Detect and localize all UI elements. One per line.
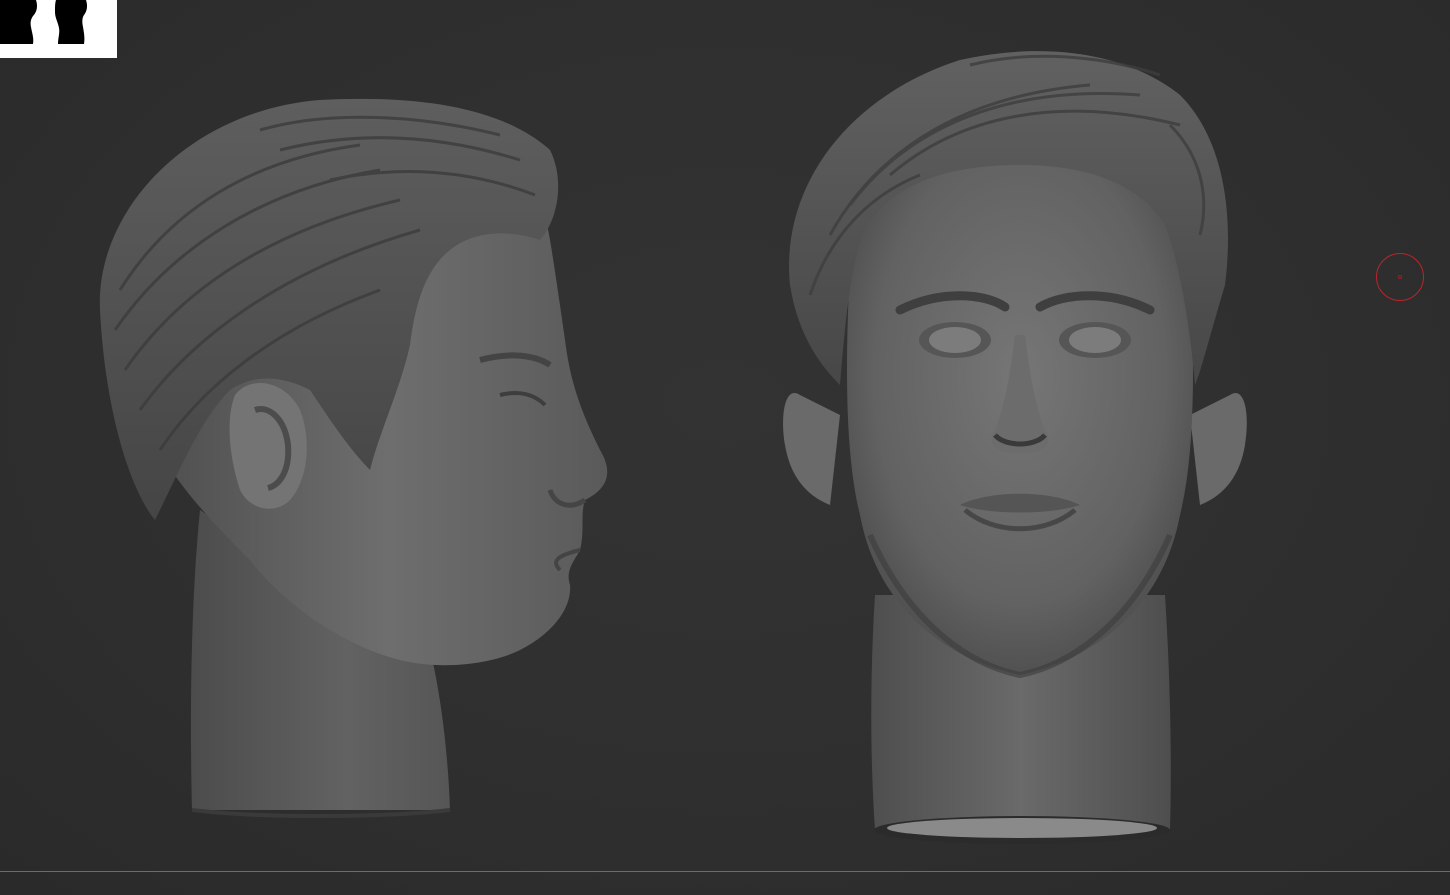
brush-cursor-ring-icon: [1376, 253, 1424, 301]
brush-cursor-center-dot: [1398, 275, 1402, 279]
head-silhouettes-icon: [0, 0, 88, 44]
head-sculpt-front-view[interactable]: [770, 35, 1260, 850]
floor-grid-line: [0, 871, 1450, 872]
head-sculpt-side-view[interactable]: [80, 90, 640, 830]
navigator-thumbnail[interactable]: [0, 0, 117, 58]
sculpt-viewport[interactable]: [0, 0, 1450, 895]
